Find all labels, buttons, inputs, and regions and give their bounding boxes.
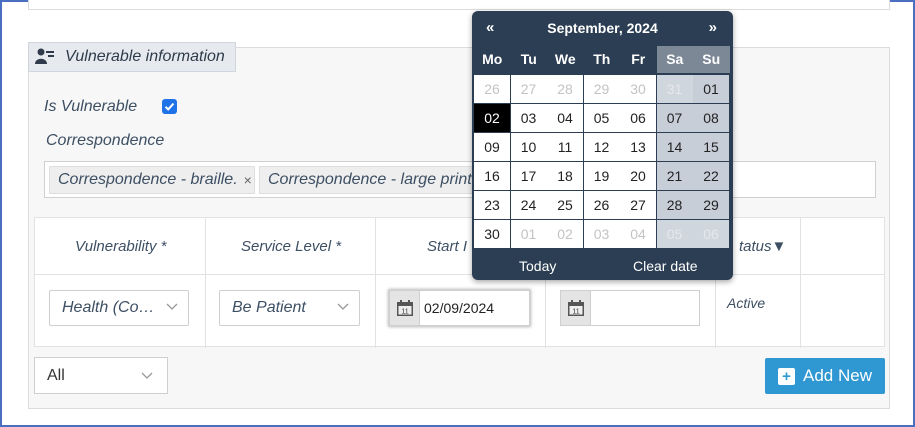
- day-cell[interactable]: 23: [474, 191, 510, 219]
- day-cell[interactable]: 17: [510, 162, 547, 190]
- day-cell[interactable]: 27: [510, 75, 547, 103]
- day-cell[interactable]: 29: [583, 75, 620, 103]
- day-cell[interactable]: 03: [510, 104, 547, 132]
- day-cell[interactable]: 25: [547, 191, 583, 219]
- day-cell[interactable]: 26: [474, 75, 510, 103]
- month-title: September, 2024: [547, 20, 658, 36]
- weekday-label: Sa: [656, 46, 693, 73]
- day-cell[interactable]: 03: [583, 220, 620, 248]
- day-cell[interactable]: 16: [474, 162, 510, 190]
- day-cell[interactable]: 15: [693, 133, 729, 161]
- day-cell[interactable]: 13: [620, 133, 656, 161]
- day-cell[interactable]: 01: [510, 220, 547, 248]
- day-cell[interactable]: 06: [620, 104, 656, 132]
- svg-text:11: 11: [572, 309, 579, 316]
- day-cell[interactable]: 26: [583, 191, 620, 219]
- column-divider: [205, 218, 206, 348]
- vulnerability-value: Health (Co…: [62, 299, 155, 316]
- correspondence-tag: Correspondence - braille. ×: [49, 166, 255, 194]
- vulnerability-table: Vulnerability * Service Level * Start I …: [34, 217, 885, 348]
- header-status[interactable]: tatus▼: [739, 238, 786, 255]
- weekday-label: Mo: [482, 51, 503, 67]
- status-value: Active: [727, 295, 766, 311]
- today-button[interactable]: Today: [519, 258, 556, 274]
- day-cell[interactable]: 22: [693, 162, 729, 190]
- day-cell[interactable]: 07: [656, 104, 693, 132]
- day-cell[interactable]: 14: [656, 133, 693, 161]
- day-cell[interactable]: 21: [656, 162, 693, 190]
- day-cell[interactable]: 29: [693, 191, 729, 219]
- chevron-down-icon: [166, 303, 178, 310]
- tag-label: Correspondence - large print: [268, 171, 472, 188]
- user-id-icon: [35, 48, 54, 64]
- day-cell[interactable]: 28: [656, 191, 693, 219]
- weekday-label: Fr: [631, 51, 646, 67]
- day-cell[interactable]: 02: [547, 220, 583, 248]
- calendar-icon[interactable]: 11: [561, 291, 591, 325]
- weekday-label: Tu: [520, 51, 537, 67]
- checkmark-icon: [164, 102, 175, 111]
- calendar-icon[interactable]: 11: [390, 291, 420, 325]
- day-cell[interactable]: 18: [547, 162, 583, 190]
- service-level-value: Be Patient: [232, 299, 306, 316]
- end-date-field[interactable]: 11: [560, 290, 700, 326]
- day-cell[interactable]: 31: [656, 75, 693, 103]
- day-cell[interactable]: 04: [620, 220, 656, 248]
- day-cell[interactable]: 30: [474, 220, 510, 248]
- plus-icon: +: [778, 367, 795, 385]
- header-vulnerability[interactable]: Vulnerability *: [75, 238, 166, 255]
- day-cell[interactable]: 28: [547, 75, 583, 103]
- day-cell[interactable]: 06: [693, 220, 729, 248]
- day-cell[interactable]: 04: [547, 104, 583, 132]
- remove-tag-icon[interactable]: ×: [244, 172, 252, 188]
- tag-label: Correspondence - braille.: [58, 171, 238, 188]
- add-new-label: Add New: [803, 366, 872, 385]
- correspondence-tag: Correspondence - large print: [259, 166, 489, 194]
- service-level-select[interactable]: Be Patient: [219, 290, 360, 326]
- weekday-label: Su: [693, 46, 730, 73]
- chevron-down-icon: [141, 372, 153, 379]
- section-header: Vulnerable information: [28, 42, 236, 72]
- start-date-value: 02/09/2024: [424, 300, 495, 316]
- is-vulnerable-checkbox[interactable]: [162, 99, 177, 114]
- day-cell[interactable]: 12: [583, 133, 620, 161]
- column-divider: [800, 218, 801, 348]
- clear-date-button[interactable]: Clear date: [633, 258, 698, 274]
- weekday-row: Mo Tu We Th Fr Sa Su: [474, 46, 730, 73]
- day-cell[interactable]: 24: [510, 191, 547, 219]
- correspondence-label: Correspondence: [46, 132, 165, 149]
- day-cell[interactable]: 01: [693, 75, 729, 103]
- datepicker-header: « September, 2024 »: [472, 11, 733, 43]
- start-date-field[interactable]: 11 02/09/2024: [389, 290, 530, 326]
- header-start-date[interactable]: Start I: [427, 238, 467, 255]
- chevron-down-icon: [337, 303, 349, 310]
- day-cell[interactable]: 11: [547, 133, 583, 161]
- column-divider: [375, 218, 376, 348]
- day-cell[interactable]: 20: [620, 162, 656, 190]
- day-cell[interactable]: 19: [583, 162, 620, 190]
- weekday-label: We: [554, 51, 576, 67]
- day-cell[interactable]: 05: [656, 220, 693, 248]
- day-cell[interactable]: 27: [620, 191, 656, 219]
- filter-select[interactable]: All: [34, 357, 168, 394]
- day-cell[interactable]: 05: [583, 104, 620, 132]
- is-vulnerable-label: Is Vulnerable: [44, 98, 138, 115]
- datepicker-popup: « September, 2024 » Mo Tu We Th Fr Sa Su 26 27 2…: [472, 11, 733, 280]
- day-cell[interactable]: 08: [693, 104, 729, 132]
- day-cell[interactable]: 30: [620, 75, 656, 103]
- previous-panel: [28, 0, 890, 10]
- weekday-label: Th: [593, 51, 611, 67]
- filter-value: All: [47, 366, 65, 384]
- day-cell[interactable]: 09: [474, 133, 510, 161]
- day-cell[interactable]: 10: [510, 133, 547, 161]
- section-title: Vulnerable information: [65, 48, 225, 65]
- next-month-button[interactable]: »: [709, 19, 717, 36]
- svg-text:11: 11: [401, 309, 408, 316]
- day-cell[interactable]: 02: [474, 104, 510, 132]
- add-new-button[interactable]: + Add New: [765, 358, 885, 394]
- vulnerability-select[interactable]: Health (Co…: [49, 290, 189, 326]
- correspondence-multiselect[interactable]: Correspondence - braille. × Corresponden…: [44, 161, 876, 198]
- header-service-level[interactable]: Service Level *: [241, 238, 341, 255]
